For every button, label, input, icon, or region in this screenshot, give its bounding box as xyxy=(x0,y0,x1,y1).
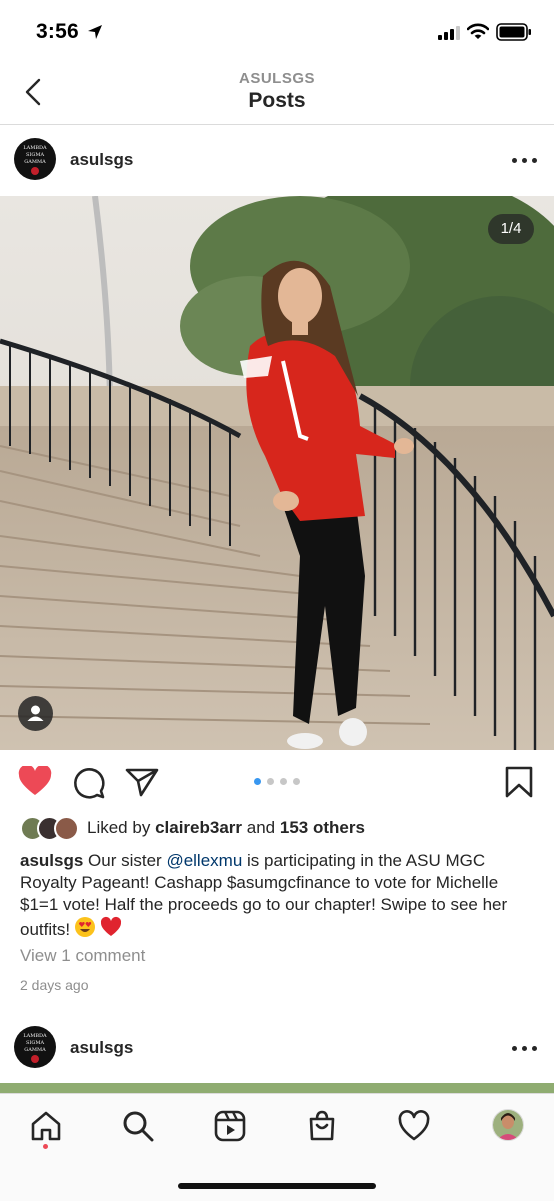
person-icon xyxy=(27,705,44,721)
liker-avatar xyxy=(54,816,79,841)
next-post-username[interactable]: asulsgs xyxy=(70,1038,133,1058)
post-timestamp: 2 days ago xyxy=(20,977,89,993)
post-avatar[interactable]: LAMBDA SIGMA GAMMA xyxy=(14,138,56,180)
rose-icon xyxy=(31,167,39,175)
search-icon[interactable] xyxy=(122,1110,154,1142)
carousel-dot xyxy=(280,778,287,785)
carousel-dot xyxy=(293,778,300,785)
heart-eyes-emoji-icon xyxy=(75,917,96,937)
rose-icon xyxy=(31,1055,39,1063)
post-image[interactable]: 1/4 xyxy=(0,196,554,750)
tagged-people-button[interactable] xyxy=(18,696,53,731)
carousel-dot-active xyxy=(254,778,261,785)
location-arrow-icon xyxy=(88,25,102,39)
image-counter: 1/4 xyxy=(488,214,534,244)
shop-icon[interactable] xyxy=(306,1110,338,1142)
more-options-icon[interactable] xyxy=(512,1044,538,1052)
account-label: ASULSGS xyxy=(238,70,315,87)
reels-icon[interactable] xyxy=(214,1110,246,1142)
red-heart-emoji-icon xyxy=(100,916,122,936)
carousel-dot xyxy=(267,778,274,785)
mention-link[interactable]: @ellexmu xyxy=(166,851,242,870)
view-comments-link[interactable]: View 1 comment xyxy=(20,946,145,966)
others-link[interactable]: 153 others xyxy=(280,818,365,837)
status-bar: 3:56 xyxy=(0,0,554,64)
cellular-signal-icon xyxy=(438,26,460,40)
wifi-icon xyxy=(467,23,489,39)
battery-icon xyxy=(496,23,531,41)
home-icon[interactable] xyxy=(30,1110,62,1142)
post-caption: asulsgs Our sister @ellexmu is participa… xyxy=(20,851,508,939)
activity-heart-icon[interactable] xyxy=(398,1110,430,1142)
save-bookmark-icon[interactable] xyxy=(505,766,533,798)
liker-username[interactable]: claireb3arr xyxy=(155,818,242,837)
profile-avatar[interactable] xyxy=(492,1109,524,1141)
nav-header: ASULSGS Posts xyxy=(0,64,554,125)
page-title: Posts xyxy=(248,89,306,112)
next-post-avatar[interactable]: LAMBDA SIGMA GAMMA xyxy=(14,1026,56,1068)
comment-icon[interactable] xyxy=(73,767,105,799)
likes-text[interactable]: Liked by claireb3arr and 153 others xyxy=(87,818,365,838)
home-active-dot xyxy=(43,1144,48,1149)
caption-username[interactable]: asulsgs xyxy=(20,851,83,870)
bottom-tab-bar xyxy=(0,1093,554,1201)
like-heart-icon[interactable] xyxy=(18,766,52,796)
more-options-icon[interactable] xyxy=(512,156,538,164)
next-post-image[interactable] xyxy=(0,1083,554,1093)
status-time: 3:56 xyxy=(36,20,79,43)
home-indicator xyxy=(178,1183,376,1189)
post-username[interactable]: asulsgs xyxy=(70,150,133,170)
share-send-icon[interactable] xyxy=(125,767,159,797)
